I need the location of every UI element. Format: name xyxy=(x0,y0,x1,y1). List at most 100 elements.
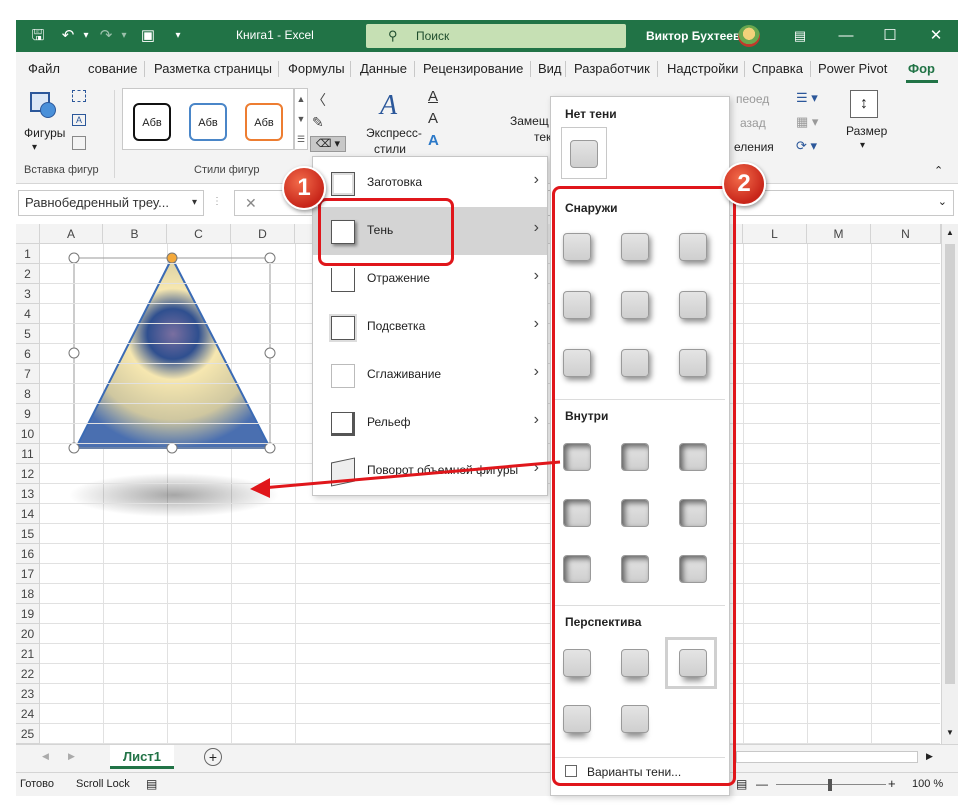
name-box-dropdown-icon[interactable]: ▾ xyxy=(192,191,197,215)
avatar[interactable] xyxy=(738,25,760,47)
undo-icon[interactable]: ↶ xyxy=(58,26,78,46)
row-header[interactable]: 17 xyxy=(16,564,40,584)
shapes-label[interactable]: Фигуры xyxy=(24,126,65,140)
menu-item-glow[interactable]: Подсветка › xyxy=(313,303,547,351)
row-header[interactable]: 24 xyxy=(16,704,40,724)
name-box[interactable]: Равнобедренный треу... ▾ xyxy=(18,190,204,216)
zoom-in-icon[interactable]: + xyxy=(888,776,896,791)
maximize-icon[interactable]: ☐ xyxy=(880,26,900,46)
row-header[interactable]: 10 xyxy=(16,424,40,444)
tab-view[interactable]: Вид xyxy=(538,61,562,76)
tab-shape-format[interactable]: Фор xyxy=(908,61,935,76)
row-header[interactable]: 23 xyxy=(16,684,40,704)
search-box[interactable]: ⚲ Поиск xyxy=(366,24,626,48)
row-header[interactable]: 4 xyxy=(16,304,40,324)
row-header[interactable]: 11 xyxy=(16,444,40,464)
express-styles-icon[interactable]: A xyxy=(380,90,397,122)
size-dropdown-icon[interactable]: ▾ xyxy=(860,140,865,151)
camera-icon[interactable]: ▣ xyxy=(138,26,158,46)
row-header[interactable]: 16 xyxy=(16,544,40,564)
macro-record-icon[interactable]: ▤ xyxy=(146,777,157,791)
group-icon[interactable]: ▦ ▾ xyxy=(796,114,818,130)
text-outline-icon[interactable]: A xyxy=(428,110,438,127)
tab-file[interactable]: Файл xyxy=(28,61,60,76)
row-header[interactable]: 9 xyxy=(16,404,40,424)
send-backward-label[interactable]: азад xyxy=(740,116,766,130)
rotate-icon[interactable]: ⟳ ▾ xyxy=(796,138,817,154)
undo-dropdown-icon[interactable]: ▾ xyxy=(76,26,96,46)
column-header[interactable]: M xyxy=(807,224,871,244)
shapes-dropdown-icon[interactable]: ▾ xyxy=(32,142,37,153)
zoom-out-icon[interactable]: — xyxy=(756,777,768,791)
row-header[interactable]: 20 xyxy=(16,624,40,644)
express-styles-label2[interactable]: стили xyxy=(374,142,406,156)
minimize-icon[interactable]: — xyxy=(836,26,856,46)
row-header[interactable]: 21 xyxy=(16,644,40,664)
zoom-level[interactable]: 100 % xyxy=(912,778,943,790)
size-icon[interactable]: ↕ xyxy=(850,90,878,118)
column-header[interactable]: C xyxy=(167,224,231,244)
page-layout-view-icon[interactable]: ▤ xyxy=(736,777,747,791)
user-name[interactable]: Виктор Бухтеев xyxy=(646,29,740,43)
cancel-icon[interactable]: ✕ xyxy=(245,195,257,212)
row-header[interactable]: 6 xyxy=(16,344,40,364)
tab-data[interactable]: Данные xyxy=(360,61,407,76)
menu-item-soft-edges[interactable]: Сглаживание › xyxy=(313,351,547,399)
text-fill-icon[interactable]: A xyxy=(428,88,438,105)
row-header[interactable]: 18 xyxy=(16,584,40,604)
alt-text-label2[interactable]: тек xyxy=(534,130,551,144)
gallery-scroll[interactable]: ▲ ▼ ☰ xyxy=(294,88,308,150)
selection-pane-label[interactable]: еления xyxy=(734,140,774,154)
add-sheet-icon[interactable]: + xyxy=(204,748,222,766)
column-header[interactable]: D xyxy=(231,224,295,244)
row-header[interactable]: 22 xyxy=(16,664,40,684)
tab-addins[interactable]: Надстройки xyxy=(667,61,738,76)
row-header[interactable]: 19 xyxy=(16,604,40,624)
align-icon[interactable]: ☰ ▾ xyxy=(796,90,818,106)
scroll-up-icon[interactable]: ▲ xyxy=(946,228,954,237)
column-header[interactable]: N xyxy=(871,224,941,244)
scroll-down-icon[interactable]: ▼ xyxy=(946,728,954,737)
tab-power-pivot[interactable]: Power Pivot xyxy=(818,61,887,76)
text-effects-icon[interactable]: A xyxy=(428,132,439,149)
customize-toolbar-icon[interactable]: ▾ xyxy=(168,26,188,46)
style-sample-orange[interactable]: Абв xyxy=(245,103,283,141)
next-sheet-icon[interactable]: ▶ xyxy=(68,751,75,762)
column-header[interactable]: L xyxy=(743,224,807,244)
collapse-ribbon-icon[interactable]: ⌃ xyxy=(934,164,943,177)
row-header[interactable]: 25 xyxy=(16,724,40,744)
row-header[interactable]: 13 xyxy=(16,484,40,504)
row-header[interactable]: 5 xyxy=(16,324,40,344)
no-shadow-option[interactable] xyxy=(561,127,607,179)
prev-sheet-icon[interactable]: ◀ xyxy=(42,751,49,762)
shapes-icon[interactable] xyxy=(30,92,56,118)
shape-fill-icon[interactable]: 〈 xyxy=(312,90,326,110)
express-styles-label[interactable]: Экспресс- xyxy=(366,126,422,140)
scroll-thumb[interactable] xyxy=(945,244,955,684)
size-label[interactable]: Размер xyxy=(846,124,887,138)
tab-formulas[interactable]: Формулы xyxy=(288,61,345,76)
horizontal-scrollbar[interactable] xyxy=(736,751,918,763)
style-sample-blue[interactable]: Абв xyxy=(189,103,227,141)
edit-shape-icon[interactable] xyxy=(72,90,86,102)
save-icon[interactable]: 🖫 xyxy=(28,26,48,46)
ribbon-display-icon[interactable]: ▤ xyxy=(790,26,810,46)
row-header[interactable]: 14 xyxy=(16,504,40,524)
vertical-scrollbar[interactable]: ▲ ▼ xyxy=(941,224,958,744)
tab-developer[interactable]: Разработчик xyxy=(574,61,650,76)
redo-dropdown-icon[interactable]: ▾ xyxy=(114,26,134,46)
shape-outline-icon[interactable]: ✎ xyxy=(312,114,324,131)
close-icon[interactable]: ✕ xyxy=(926,26,946,46)
column-header[interactable]: B xyxy=(103,224,167,244)
alt-text-label[interactable]: Замещ xyxy=(510,114,549,128)
select-all-corner[interactable] xyxy=(16,224,40,244)
tab-draw[interactable]: сование xyxy=(88,61,138,76)
row-header[interactable]: 15 xyxy=(16,524,40,544)
bring-forward-label[interactable]: пеоед xyxy=(736,92,769,106)
menu-item-bevel[interactable]: Рельеф › xyxy=(313,399,547,447)
row-header[interactable]: 7 xyxy=(16,364,40,384)
tab-page-layout[interactable]: Разметка страницы xyxy=(154,61,272,76)
style-sample-black[interactable]: Абв xyxy=(133,103,171,141)
redo-icon[interactable]: ↷ xyxy=(96,26,116,46)
row-header[interactable]: 1 xyxy=(16,244,40,264)
